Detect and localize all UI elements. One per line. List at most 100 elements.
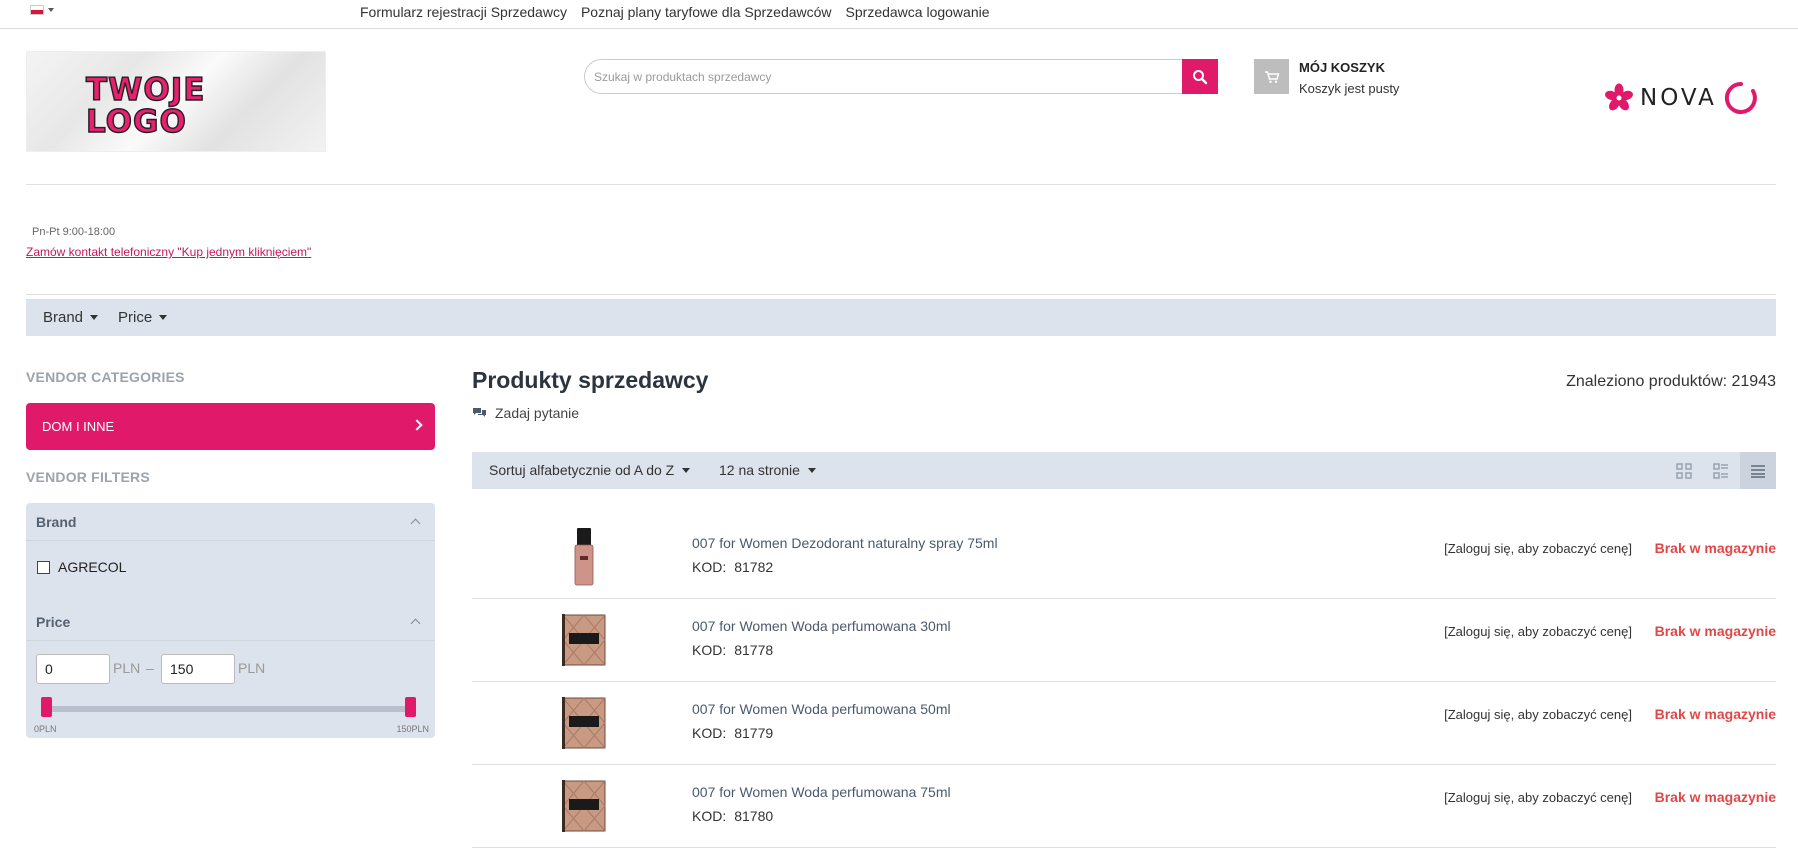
vendor-logo: NOVA (1604, 80, 1759, 116)
vendor-plans-link[interactable]: Poznaj plany taryfowe dla Sprzedawców (581, 4, 832, 20)
login-to-see-price-link[interactable]: [Zaloguj się, aby zobaczyć cenę] (1444, 790, 1632, 805)
price-filter-label: Price (118, 309, 153, 326)
perfume-box-image (562, 614, 606, 666)
sort-label: Sortuj alfabetycznie od A do Z (489, 462, 675, 478)
compact-list-view-icon (1751, 464, 1765, 478)
chevron-up-icon[interactable] (410, 618, 421, 629)
product-name[interactable]: 007 for Women Woda perfumowana 30ml (692, 618, 951, 634)
product-code: KOD: 81780 (692, 808, 773, 824)
divider (26, 640, 435, 641)
divider (26, 294, 1776, 295)
sort-toolbar: Sortuj alfabetycznie od A do Z 12 na str… (472, 452, 1776, 489)
language-switcher[interactable] (30, 5, 54, 15)
login-to-see-price-link[interactable]: [Zaloguj się, aby zobaczyć cenę] (1444, 707, 1632, 722)
kod-value: 81782 (734, 559, 774, 575)
currency-label: PLN (238, 660, 266, 676)
product-code: KOD: 81782 (692, 559, 773, 575)
brand-filter-label: Brand (43, 309, 84, 326)
vendor-filters-panel: Brand AGRECOL Price PLN – PLN 0PLN 150PL… (26, 503, 435, 738)
kod-label: KOD: (692, 808, 727, 824)
divider (26, 540, 435, 541)
product-name[interactable]: 007 for Women Dezodorant naturalny spray… (692, 535, 998, 551)
grid-view-button[interactable] (1666, 452, 1702, 489)
category-label: DOM I INNE (42, 419, 115, 434)
chevron-right-icon (411, 419, 423, 431)
top-bar: Formularz rejestracji Sprzedawcy Poznaj … (0, 0, 1798, 29)
product-image[interactable] (554, 609, 614, 671)
compact-list-view-button[interactable] (1740, 452, 1776, 489)
product-row: 007 for Women Woda perfumowana 30ml KOD:… (472, 599, 1776, 682)
login-to-see-price-link[interactable]: [Zaloguj się, aby zobaczyć cenę] (1444, 541, 1632, 556)
list-view-button[interactable] (1703, 452, 1739, 489)
brand-filter-heading[interactable]: Brand (36, 514, 76, 530)
product-image[interactable] (554, 775, 614, 837)
cart-title: MÓJ KOSZYK (1299, 60, 1385, 75)
filter-bar: Brand Price (26, 299, 1776, 336)
kod-label: KOD: (692, 642, 727, 658)
price-slider-min-handle[interactable] (41, 697, 52, 717)
search-icon (1193, 69, 1208, 84)
per-page-dropdown[interactable]: 12 na stronie (719, 462, 816, 478)
callback-request-link[interactable]: Zamów kontakt telefoniczny "Kup jednym k… (26, 245, 311, 259)
logo-line-1: TWOJE (86, 72, 205, 108)
flower-icon (1605, 83, 1633, 111)
vendor-filters-heading: VENDOR FILTERS (26, 469, 150, 485)
perfume-box-image (562, 697, 606, 749)
brand-option-agrecol[interactable]: AGRECOL (37, 559, 126, 575)
vendor-login-link[interactable]: Sprzedawca logowanie (846, 4, 990, 20)
sort-dropdown[interactable]: Sortuj alfabetycznie od A do Z (489, 462, 691, 478)
price-range-track[interactable] (46, 706, 413, 712)
stock-status: Brak w magazynie (1654, 623, 1776, 639)
slider-max-label: 150PLN (396, 724, 429, 734)
stock-status: Brak w magazynie (1654, 540, 1776, 556)
brand-filter-dropdown[interactable]: Brand (43, 309, 99, 326)
cart-status: Koszyk jest pusty (1299, 81, 1400, 96)
vendor-categories-heading: VENDOR CATEGORIES (26, 369, 185, 385)
ask-question-link[interactable]: Zadaj pytanie (472, 405, 579, 421)
chevron-up-icon[interactable] (410, 518, 421, 529)
price-slider-max-handle[interactable] (405, 697, 416, 717)
ask-question-label: Zadaj pytanie (495, 405, 580, 421)
product-image[interactable] (554, 526, 614, 588)
range-separator: – (146, 660, 154, 676)
product-image[interactable] (554, 692, 614, 754)
vendor-registration-link[interactable]: Formularz rejestracji Sprzedawcy (360, 4, 567, 20)
login-to-see-price-link[interactable]: [Zaloguj się, aby zobaczyć cenę] (1444, 624, 1632, 639)
mini-cart[interactable]: MÓJ KOSZYK Koszyk jest pusty (1254, 59, 1399, 96)
price-filter-heading[interactable]: Price (36, 614, 70, 630)
price-filter-dropdown[interactable]: Price (118, 309, 168, 326)
brand-option-label: AGRECOL (58, 559, 127, 575)
brand-checkbox[interactable] (37, 560, 50, 574)
perfume-box-image (562, 780, 606, 832)
category-dom-i-inne[interactable]: DOM I INNE (26, 403, 435, 450)
product-name[interactable]: 007 for Women Woda perfumowana 75ml (692, 784, 951, 800)
list-view-icon (1713, 462, 1728, 479)
vendor-logo-text: NOVA (1640, 85, 1717, 111)
business-hours: Pn-Pt 9:00-18:00 (32, 226, 116, 238)
product-code: KOD: 81779 (692, 725, 773, 741)
product-row: 007 for Women Woda perfumowana 50ml KOD:… (472, 682, 1776, 765)
currency-label: PLN (113, 660, 141, 676)
search-form (584, 59, 1218, 94)
logo-text-graphic: TWOJE LOGO (85, 71, 205, 136)
products-found-count: Znaleziono produktów: 21943 (1566, 373, 1776, 390)
divider (26, 184, 1776, 185)
store-logo[interactable]: TWOJE LOGO (26, 51, 326, 152)
product-name[interactable]: 007 for Women Woda perfumowana 50ml (692, 701, 951, 717)
spray-bottle-image (574, 528, 594, 586)
kod-label: KOD: (692, 559, 727, 575)
product-row: 007 for Women Dezodorant naturalny spray… (472, 516, 1776, 599)
product-code: KOD: 81778 (692, 642, 773, 658)
search-input[interactable] (584, 59, 1184, 94)
page-title: Produkty sprzedawcy (472, 367, 709, 393)
price-max-input[interactable] (161, 654, 235, 684)
logo-line-2: LOGO (86, 104, 187, 136)
product-row: 007 for Women Woda perfumowana 75ml KOD:… (472, 765, 1776, 848)
kod-value: 81780 (734, 808, 774, 824)
price-min-input[interactable] (36, 654, 110, 684)
top-links: Formularz rejestracji Sprzedawcy Poznaj … (360, 4, 990, 20)
chevron-down-icon (682, 467, 691, 473)
chevron-down-icon (90, 315, 99, 320)
stock-status: Brak w magazynie (1654, 706, 1776, 722)
search-button[interactable] (1182, 59, 1218, 94)
